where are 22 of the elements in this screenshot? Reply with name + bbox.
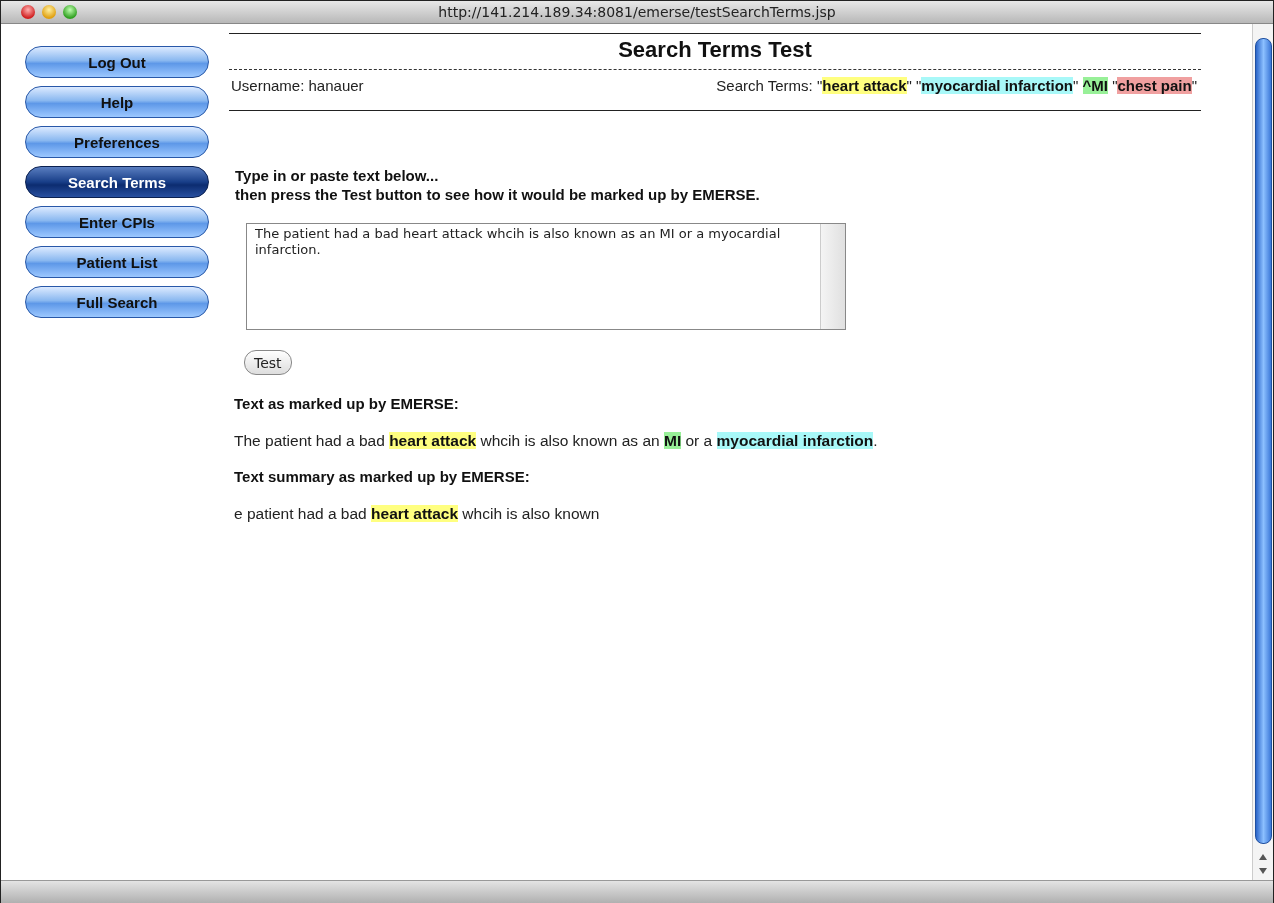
marked-up-text: e patient had a bad heart attack whcih is also known <box>234 505 601 523</box>
search-terms-text: Search Terms: "heart attack" "myocardial infarction" ^MI "chest pain" <box>716 77 1197 94</box>
username-text: Username: hanauer <box>231 77 364 94</box>
close-icon[interactable] <box>21 5 35 19</box>
page-title: Search Terms Test <box>617 36 813 64</box>
text-area[interactable]: The patient had a bad heart attack whcih is also known as an MI or a myocardial infarction. <box>246 223 846 330</box>
nav-button[interactable]: Search Terms <box>25 166 209 198</box>
instruction-text: then press the Test button to see how it would be marked up by EMERSE. <box>235 185 761 204</box>
nav-button[interactable]: Enter CPIs <box>25 206 209 238</box>
section-heading: Text as marked up by EMERSE: <box>234 395 460 412</box>
nav-button[interactable]: Full Search <box>25 286 209 318</box>
zoom-icon[interactable] <box>63 5 77 19</box>
nav-button[interactable]: Log Out <box>25 46 209 78</box>
nav-button[interactable]: Preferences <box>25 126 209 158</box>
test-button[interactable]: Test <box>244 350 292 375</box>
scroll-bar[interactable] <box>1252 24 1273 880</box>
window-title: http://141.214.189.34:8081/emerse/testSearchTerms.jsp <box>438 4 836 20</box>
nav-button[interactable]: Help <box>25 86 209 118</box>
marked-up-text: The patient had a bad heart attack whcih is also known as an MI or a myocardial infarction. <box>234 432 879 450</box>
section-heading: Text summary as marked up by EMERSE: <box>234 468 531 485</box>
nav-button[interactable]: Patient List <box>25 246 209 278</box>
instruction-text: Type in or paste text below... <box>235 166 440 185</box>
